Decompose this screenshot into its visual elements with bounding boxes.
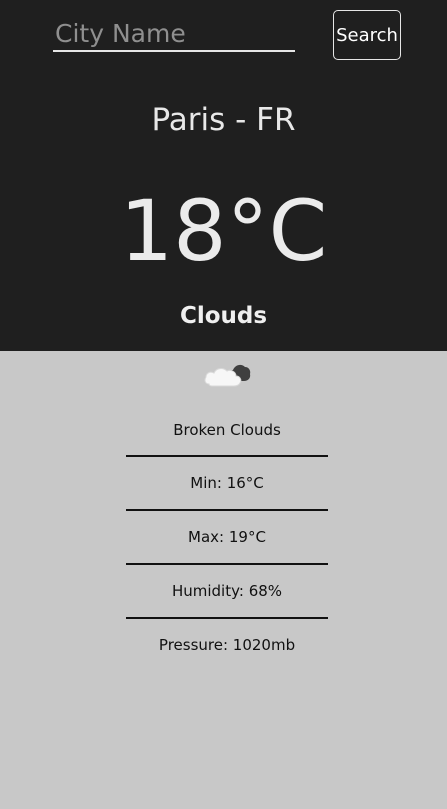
- detail-humidity: Humidity: 68%: [126, 565, 328, 619]
- weather-details-list: Broken Clouds Min: 16°C Max: 19°C Humidi…: [126, 404, 328, 671]
- temperature-value: 18°C: [119, 182, 328, 280]
- search-button[interactable]: Search: [333, 10, 401, 60]
- detail-description: Broken Clouds: [126, 404, 328, 457]
- detail-pressure: Pressure: 1020mb: [158, 636, 296, 654]
- detail-min-temperature: Min: 16°C: [126, 457, 328, 511]
- weather-header: Search Paris - FR 18°C Clouds: [0, 0, 447, 351]
- location-title: Paris - FR: [151, 102, 296, 138]
- city-search-input[interactable]: [53, 16, 295, 52]
- weather-condition: Clouds: [179, 303, 268, 329]
- broken-clouds-icon: [203, 356, 251, 390]
- detail-max-temperature: Max: 19°C: [126, 511, 328, 565]
